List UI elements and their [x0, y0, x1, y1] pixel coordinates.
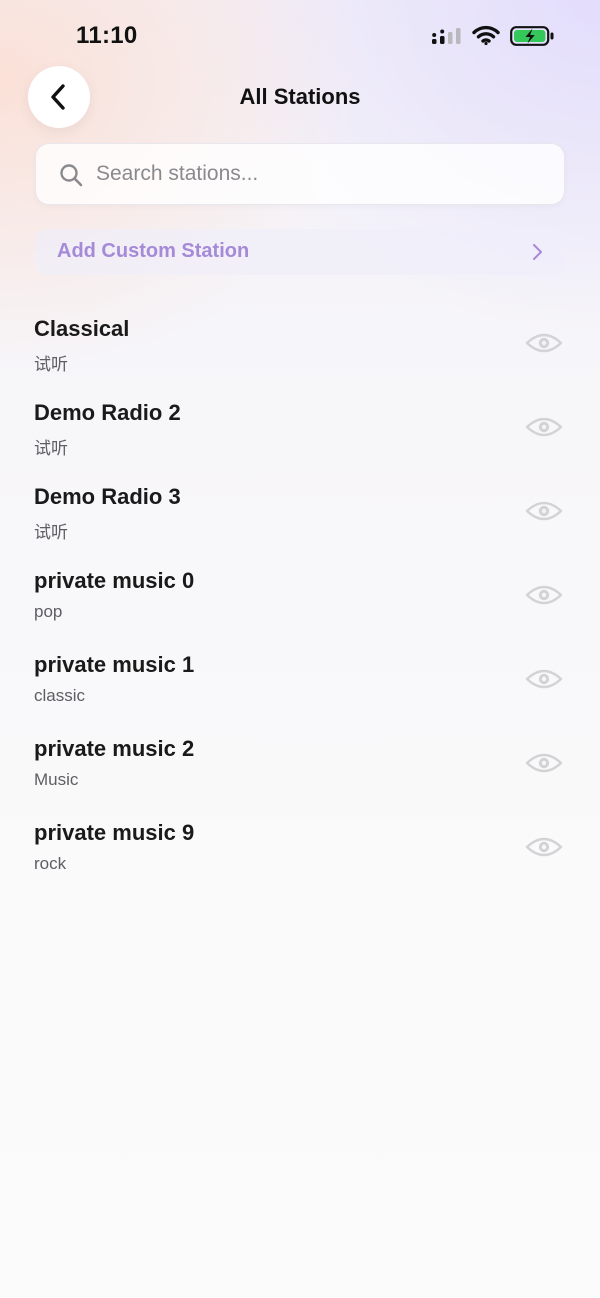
station-genre: rock — [34, 854, 67, 873]
preview-button[interactable] — [522, 748, 566, 778]
eye-icon — [525, 417, 563, 437]
eye-icon — [525, 333, 563, 353]
eye-icon — [525, 501, 563, 521]
station-item[interactable]: private music 0 pop — [0, 554, 600, 638]
station-item[interactable]: private music 2 Music — [0, 722, 600, 806]
station-genre: Music — [34, 770, 79, 789]
station-name: private music 2 — [34, 736, 195, 761]
station-item[interactable]: Classical 试听 — [0, 302, 600, 386]
station-item[interactable]: private music 1 classic — [0, 638, 600, 722]
station-genre: 试听 — [34, 355, 68, 374]
station-name: Classical — [34, 316, 130, 341]
eye-icon — [525, 585, 563, 605]
eye-icon — [525, 753, 563, 773]
search-input[interactable] — [96, 144, 546, 204]
station-genre: 试听 — [34, 523, 68, 542]
eye-icon — [525, 837, 563, 857]
station-item[interactable]: Demo Radio 2 试听 — [0, 386, 600, 470]
preview-button[interactable] — [522, 328, 566, 358]
station-name: Demo Radio 2 — [34, 400, 181, 425]
preview-button[interactable] — [522, 496, 566, 526]
page-title: All Stations — [239, 84, 361, 109]
preview-button[interactable] — [522, 832, 566, 862]
wifi-icon — [472, 25, 500, 46]
station-name: private music 9 — [34, 820, 195, 845]
station-name: Demo Radio 3 — [34, 484, 181, 509]
station-genre: classic — [34, 686, 86, 705]
battery-charging-icon — [510, 26, 554, 46]
station-list: Classical 试听 Demo Radio 2 试听 Demo Radio … — [0, 302, 600, 890]
station-genre: pop — [34, 602, 63, 621]
station-item[interactable]: Demo Radio 3 试听 — [0, 470, 600, 554]
add-custom-station-button[interactable]: Add Custom Station — [35, 229, 565, 275]
station-item[interactable]: private music 9 rock — [0, 806, 600, 890]
add-custom-station-label: Add Custom Station — [57, 240, 250, 262]
chevron-right-icon — [533, 244, 542, 260]
status-bar: 11:10 — [0, 0, 600, 64]
station-genre: 试听 — [34, 439, 68, 458]
station-name: private music 0 — [34, 568, 195, 593]
station-name: private music 1 — [34, 652, 195, 677]
status-time: 11:10 — [76, 22, 138, 49]
signal-icon — [432, 28, 461, 44]
search-box[interactable] — [35, 143, 565, 205]
eye-icon — [525, 669, 563, 689]
preview-button[interactable] — [522, 412, 566, 442]
search-icon — [60, 164, 83, 187]
preview-button[interactable] — [522, 580, 566, 610]
preview-button[interactable] — [522, 664, 566, 694]
